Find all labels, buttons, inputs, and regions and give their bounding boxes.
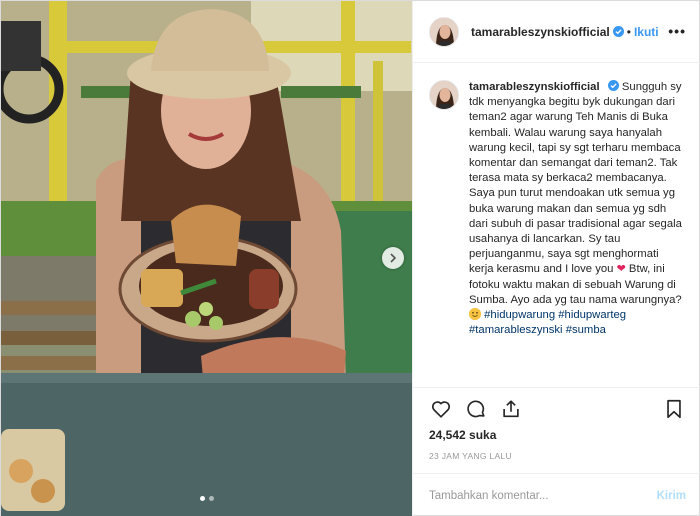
instagram-post: tamarableszynskiofficial • Ikuti ••• tam… (0, 0, 700, 516)
more-options-button[interactable]: ••• (668, 23, 686, 39)
avatar[interactable] (429, 80, 459, 110)
caption-body-part1: Sungguh sy tdk menyangka begitu byk duku… (469, 81, 682, 276)
save-button[interactable] (662, 397, 686, 421)
like-button[interactable] (429, 397, 453, 421)
carousel-next-button[interactable] (382, 247, 404, 269)
comment-button[interactable] (464, 397, 488, 421)
heart-emoji: ❤ (616, 263, 626, 276)
carousel-dot-active (200, 496, 205, 501)
carousel-dot (209, 496, 214, 501)
chevron-right-icon (390, 253, 397, 263)
carousel-indicator (200, 496, 214, 501)
caption-text: tamarableszynskiofficial Sungguh sy tdk … (469, 80, 686, 386)
share-icon (503, 400, 519, 418)
comment-bubble-icon (467, 400, 485, 418)
photo-illustration (1, 1, 412, 516)
share-button[interactable] (499, 397, 523, 421)
header-separator: • (626, 24, 631, 39)
actions-section: 24,542 suka 23 JAM YANG LALU (413, 387, 700, 473)
caption-section: tamarableszynskiofficial Sungguh sy tdk … (413, 64, 700, 386)
heart-icon (432, 401, 450, 418)
post-timestamp[interactable]: 23 JAM YANG LALU (429, 451, 686, 461)
post-header: tamarableszynskiofficial • Ikuti ••• (413, 1, 700, 63)
caption-username[interactable]: tamarableszynskiofficial (469, 81, 600, 93)
post-photo[interactable] (1, 1, 412, 516)
like-count[interactable]: 24,542 suka (429, 428, 686, 442)
hashtag-links[interactable]: #hidupwarung #hidupwarteg #tamarableszyn… (469, 309, 626, 336)
verified-badge-icon (607, 80, 619, 91)
comment-form: Kirim (413, 473, 700, 516)
bookmark-icon (667, 399, 681, 419)
comment-input[interactable] (429, 489, 657, 502)
header-username[interactable]: tamarableszynskiofficial (471, 25, 610, 39)
post-side-panel: tamarableszynskiofficial • Ikuti ••• tam… (412, 1, 700, 516)
action-bar (429, 388, 686, 430)
follow-button[interactable]: Ikuti (634, 25, 659, 39)
smiling-face-emoji-icon (469, 308, 481, 321)
verified-badge-icon (612, 26, 624, 37)
post-comment-button[interactable]: Kirim (657, 490, 686, 502)
avatar[interactable] (429, 16, 459, 47)
